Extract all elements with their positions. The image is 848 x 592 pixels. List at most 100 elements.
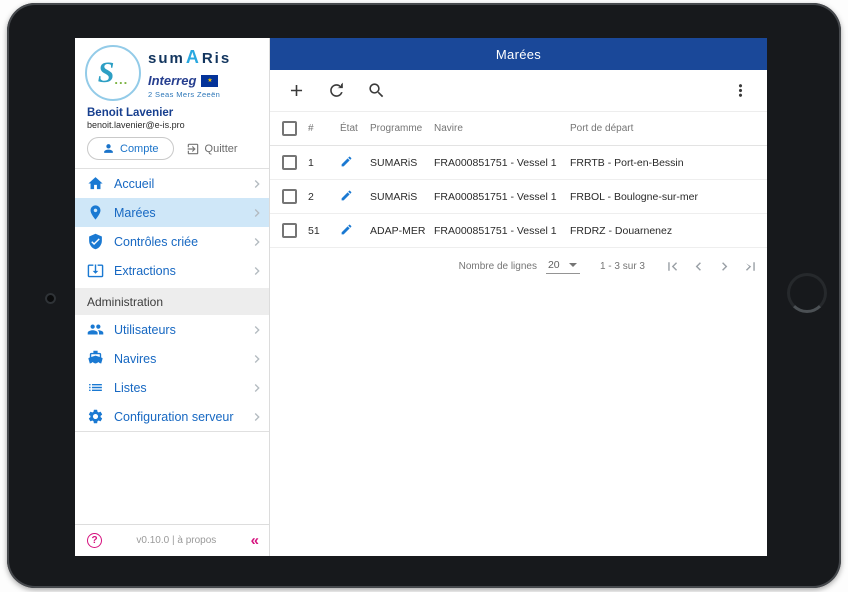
sidebar-item-controles-criee[interactable]: Contrôles criée <box>75 227 269 256</box>
eu-flag-icon: ★ <box>201 75 218 87</box>
sidebar-item-listes[interactable]: Listes <box>75 373 269 402</box>
boat-icon <box>87 350 104 367</box>
tablet-frame: S ... sum A Ris Interreg ★ 2 Sea <box>7 3 841 588</box>
sidebar-item-label: Listes <box>114 381 147 395</box>
cell-navire: FRA000851751 - Vessel 1 <box>434 191 570 203</box>
app-bar: Marées <box>270 38 767 70</box>
rows-per-page-label: Nombre de lignes <box>459 261 537 272</box>
version-about-link[interactable]: v0.10.0 | à propos <box>108 535 245 546</box>
chevron-right-icon <box>249 234 265 250</box>
sidebar: S ... sum A Ris Interreg ★ 2 Sea <box>75 38 270 556</box>
col-port: Port de départ <box>570 123 755 134</box>
rows-per-page-select[interactable]: 20 <box>546 258 580 274</box>
dropdown-caret-icon <box>569 263 577 267</box>
sidebar-item-marees[interactable]: Marées <box>75 198 269 227</box>
cell-port: FRRTB - Port-en-Bessin <box>570 157 755 169</box>
user-name: Benoit Lavenier <box>75 103 269 119</box>
cell-num: 1 <box>308 157 340 169</box>
interreg-logo: Interreg ★ <box>148 73 231 88</box>
sidebar-item-label: Utilisateurs <box>114 323 176 337</box>
chevron-right-icon <box>249 351 265 367</box>
tablet-camera-dot <box>45 293 56 304</box>
map-pin-icon <box>87 204 104 221</box>
add-button[interactable] <box>287 81 306 100</box>
table-row[interactable]: 1 SUMARiS FRA000851751 - Vessel 1 FRRTB … <box>270 146 767 180</box>
account-button-label: Compte <box>120 143 159 155</box>
brand-part-3: Ris <box>202 50 231 67</box>
row-checkbox[interactable] <box>282 223 297 238</box>
cell-programme: SUMARiS <box>370 157 434 169</box>
chevron-right-icon <box>249 176 265 192</box>
desktop-background: S ... sum A Ris Interreg ★ 2 Sea <box>0 0 848 592</box>
logout-button[interactable]: Quitter <box>186 142 238 156</box>
logo-dots: ... <box>114 72 128 87</box>
row-status-edit-icon <box>340 189 370 205</box>
download-icon <box>87 262 104 279</box>
cell-programme: SUMARiS <box>370 191 434 203</box>
chevron-right-icon <box>249 409 265 425</box>
cell-port: FRDRZ - Douarnenez <box>570 225 755 237</box>
refresh-button[interactable] <box>327 81 346 100</box>
row-checkbox[interactable] <box>282 155 297 170</box>
brand-part-1: sum <box>148 50 185 67</box>
tablet-hardware-button <box>787 273 827 313</box>
row-checkbox[interactable] <box>282 189 297 204</box>
sidebar-item-label: Contrôles criée <box>114 235 198 249</box>
row-status-edit-icon <box>340 155 370 171</box>
sidebar-item-utilisateurs[interactable]: Utilisateurs <box>75 315 269 344</box>
empty-content-area <box>270 284 767 556</box>
collapse-sidebar-button[interactable]: « <box>251 532 259 549</box>
chevron-right-icon <box>249 322 265 338</box>
last-page-button[interactable] <box>737 253 763 279</box>
chevron-right-icon <box>249 263 265 279</box>
gear-icon <box>87 408 104 425</box>
cell-navire: FRA000851751 - Vessel 1 <box>434 157 570 169</box>
brand-name: sum A Ris <box>148 47 231 68</box>
sidebar-item-configuration-serveur[interactable]: Configuration serveur <box>75 402 269 431</box>
cell-port: FRBOL - Boulogne-sur-mer <box>570 191 755 203</box>
col-etat: État <box>340 123 370 134</box>
list-icon <box>87 379 104 396</box>
table-row[interactable]: 51 ADAP-MER FRA000851751 - Vessel 1 FRDR… <box>270 214 767 248</box>
toolbar <box>270 70 767 112</box>
brand-block: sum A Ris Interreg ★ 2 Seas Mers Zeeën <box>148 45 231 99</box>
interreg-wordmark: Interreg <box>148 73 196 88</box>
sidebar-item-label: Extractions <box>114 264 176 278</box>
sidebar-item-navires[interactable]: Navires <box>75 344 269 373</box>
select-all-checkbox[interactable] <box>282 121 297 136</box>
sidebar-footer: ? v0.10.0 | à propos « <box>75 524 269 556</box>
more-options-button[interactable] <box>731 81 750 100</box>
sidebar-item-accueil[interactable]: Accueil <box>75 169 269 198</box>
pagination-bar: Nombre de lignes 20 1 - 3 sur 3 <box>270 248 767 284</box>
col-num: # <box>308 123 340 134</box>
help-button[interactable]: ? <box>87 533 102 548</box>
users-icon <box>87 321 104 338</box>
sidebar-nav: Accueil Marées Contrôles criée <box>75 169 269 432</box>
logout-button-label: Quitter <box>205 143 238 155</box>
previous-page-button[interactable] <box>685 253 711 279</box>
account-button[interactable]: Compte <box>87 137 174 160</box>
sidebar-item-label: Navires <box>114 352 156 366</box>
col-programme: Programme <box>370 123 434 134</box>
app-logo: S ... <box>85 45 141 101</box>
cell-navire: FRA000851751 - Vessel 1 <box>434 225 570 237</box>
col-navire: Navire <box>434 123 570 134</box>
search-button[interactable] <box>367 81 386 100</box>
chevron-right-icon <box>249 380 265 396</box>
logout-icon <box>186 142 200 156</box>
rows-per-page-value: 20 <box>548 259 560 271</box>
account-actions: Compte Quitter <box>75 130 269 168</box>
program-subtitle: 2 Seas Mers Zeeën <box>148 90 231 99</box>
page-title: Marées <box>496 47 541 62</box>
brand-part-2: A <box>185 47 202 68</box>
chevron-right-icon <box>249 205 265 221</box>
cell-num: 2 <box>308 191 340 203</box>
table-row[interactable]: 2 SUMARiS FRA000851751 - Vessel 1 FRBOL … <box>270 180 767 214</box>
logo-letter: S <box>98 56 115 90</box>
sidebar-item-extractions[interactable]: Extractions <box>75 256 269 285</box>
person-icon <box>102 142 115 155</box>
first-page-button[interactable] <box>659 253 685 279</box>
sidebar-divider <box>75 431 269 432</box>
cell-programme: ADAP-MER <box>370 225 434 237</box>
next-page-button[interactable] <box>711 253 737 279</box>
